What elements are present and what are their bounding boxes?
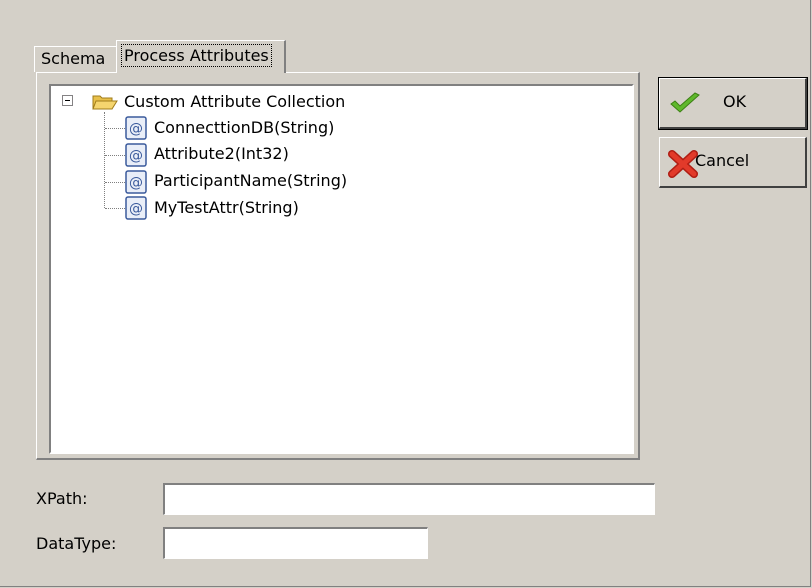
tab-process-attributes-label: Process Attributes: [121, 44, 272, 67]
svg-text:@: @: [129, 201, 143, 217]
ok-button-label: OK: [723, 92, 747, 111]
tree-connector-line: [104, 112, 105, 208]
datatype-label: DataType:: [36, 534, 117, 553]
cancel-button-label: Cancel: [695, 151, 750, 170]
tab-schema[interactable]: Schema: [34, 46, 118, 72]
tree-connector-branch: [105, 155, 125, 156]
at-sign-attribute-icon: @: [125, 116, 147, 140]
tree-connector-branch: [105, 208, 125, 209]
tree-root-custom-attribute-collection[interactable]: Custom Attribute Collection: [124, 90, 345, 114]
at-sign-attribute-icon: @: [125, 170, 147, 194]
open-folder-icon: [92, 95, 118, 110]
tab-schema-label: Schema: [41, 49, 106, 68]
tab-process-attributes[interactable]: Process Attributes: [116, 40, 286, 73]
red-x-icon: [668, 150, 698, 178]
at-sign-attribute-icon: @: [125, 196, 147, 220]
cancel-button[interactable]: Cancel: [659, 137, 807, 188]
tree-connector-branch: [105, 182, 125, 183]
tree-item-attribute2[interactable]: Attribute2(Int32): [154, 142, 289, 166]
svg-text:@: @: [129, 121, 143, 137]
green-checkmark-icon: [670, 92, 700, 113]
svg-text:@: @: [129, 175, 143, 191]
xpath-label: XPath:: [36, 489, 88, 508]
datatype-field[interactable]: [163, 527, 428, 559]
tree-item-participantname[interactable]: ParticipantName(String): [154, 169, 347, 193]
xpath-field[interactable]: [163, 483, 655, 515]
ok-button[interactable]: OK: [658, 77, 808, 130]
tree-item-mytestattr[interactable]: MyTestAttr(String): [154, 196, 299, 220]
collapse-toggle-icon[interactable]: [62, 95, 73, 106]
tree-item-connecttiondb[interactable]: ConnecttionDB(String): [154, 116, 334, 140]
attribute-picker-dialog: Schema Process Attributes Custom Attribu…: [0, 0, 811, 587]
at-sign-attribute-icon: @: [125, 143, 147, 167]
tree-connector-branch: [105, 128, 125, 129]
svg-text:@: @: [129, 148, 143, 164]
